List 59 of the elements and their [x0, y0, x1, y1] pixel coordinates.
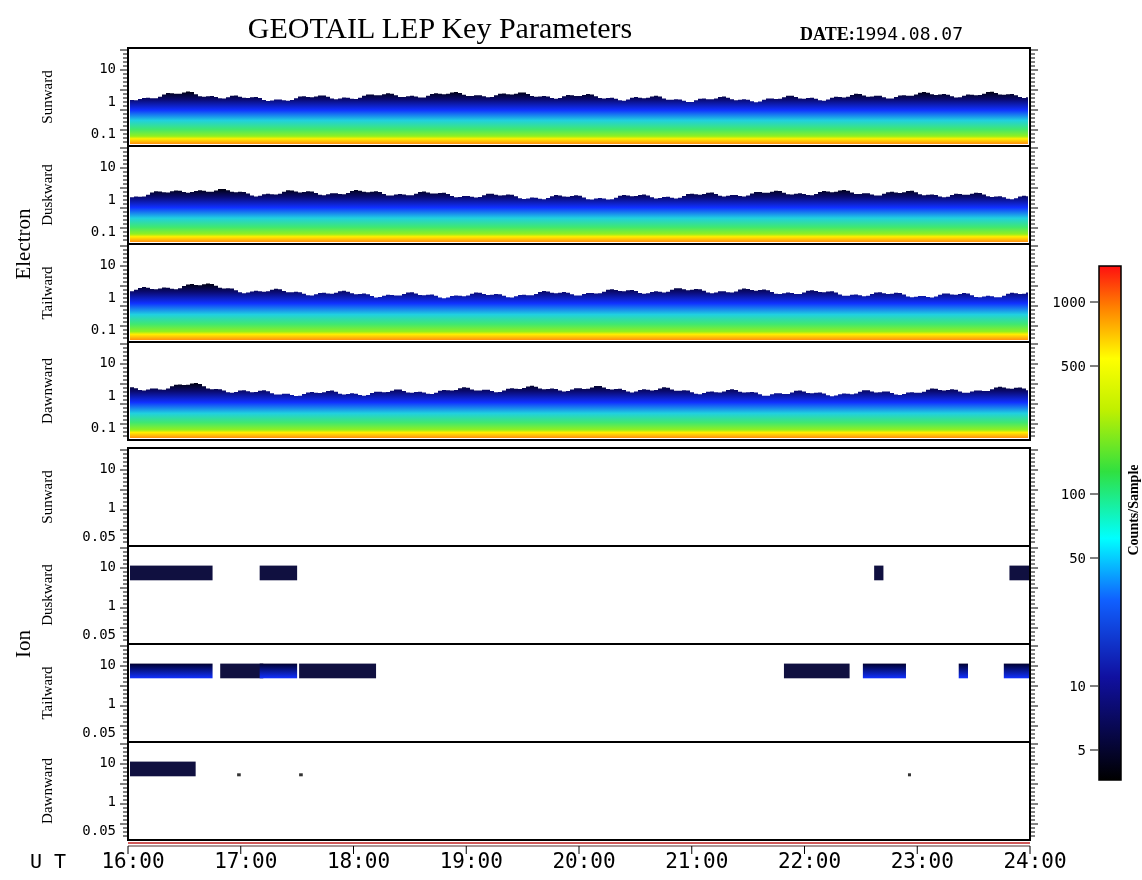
tick-label: 24:00: [1003, 849, 1067, 873]
chart-title: GEOTAIL LEP Key Parameters: [247, 11, 633, 44]
tick-mark: [1089, 365, 1099, 367]
axis-label: Electron: [11, 208, 35, 280]
tick-label: 1: [107, 288, 116, 305]
tick-label: 1: [107, 190, 116, 207]
tick-label: 16:00: [101, 849, 165, 873]
tick-mark: [1089, 749, 1099, 751]
tick-label: 0.1: [90, 125, 116, 142]
axis-label: Dawnward: [39, 758, 55, 824]
axis-label: Duskward: [39, 164, 55, 226]
tick-label: 1000: [1052, 294, 1086, 310]
tick-mark: [1089, 301, 1099, 303]
tick-label: 1: [107, 596, 116, 613]
tick-label: 0.1: [90, 419, 116, 436]
tick-label: 17:00: [214, 849, 278, 873]
tick-label: 10: [99, 459, 116, 476]
tick-label: 18:00: [326, 849, 391, 873]
tick-label: 10: [99, 353, 116, 370]
tick-label: 10: [99, 255, 116, 272]
tick-label: 5: [1077, 742, 1086, 758]
tick-label: 1: [107, 792, 116, 809]
tick-label: 100: [1060, 486, 1086, 502]
tick-mark: [1089, 493, 1099, 495]
date-label: DATE:1994.08.07: [800, 23, 964, 44]
tick-label: 1: [107, 386, 116, 403]
tick-label: 10: [99, 753, 116, 770]
tick-label: 23:00: [890, 849, 954, 873]
tick-label: 10: [99, 655, 116, 672]
tick-label: 10: [99, 157, 116, 174]
axis-label: Counts/Sample: [1126, 464, 1141, 556]
tick-label: 20:00: [552, 849, 616, 873]
axis-label: Duskward: [39, 564, 55, 626]
axis-label: Tailward: [39, 266, 55, 320]
tick-label: 22:00: [777, 849, 842, 873]
axis-label: Sunward: [39, 70, 55, 124]
tick-label: 21:00: [665, 849, 729, 873]
tick-label: 10: [99, 59, 116, 76]
tick-label: 0.1: [90, 321, 116, 338]
tick-label: 0.05: [82, 528, 116, 545]
tick-label: 1: [107, 498, 116, 515]
tick-label: 1: [107, 694, 116, 711]
tick-mark: [1089, 557, 1099, 559]
axis-label: Dawnward: [39, 358, 55, 424]
tick-label: 50: [1069, 550, 1086, 566]
tick-label: 0.1: [90, 223, 116, 240]
tick-label: 0.05: [82, 822, 116, 839]
axis-label: U T: [30, 849, 67, 873]
axis-label: Sunward: [39, 470, 55, 524]
axis-label: Ion: [11, 630, 35, 658]
axis-label: Tailward: [39, 666, 55, 720]
tick-label: 10: [99, 557, 116, 574]
tick-label: 0.05: [82, 626, 116, 643]
tick-label: 1: [107, 92, 116, 109]
tick-label: 19:00: [439, 849, 503, 873]
tick-label: 10: [1069, 678, 1086, 694]
tick-label: 0.05: [82, 724, 116, 741]
tick-mark: [1089, 685, 1099, 687]
tick-label: 500: [1060, 358, 1086, 374]
